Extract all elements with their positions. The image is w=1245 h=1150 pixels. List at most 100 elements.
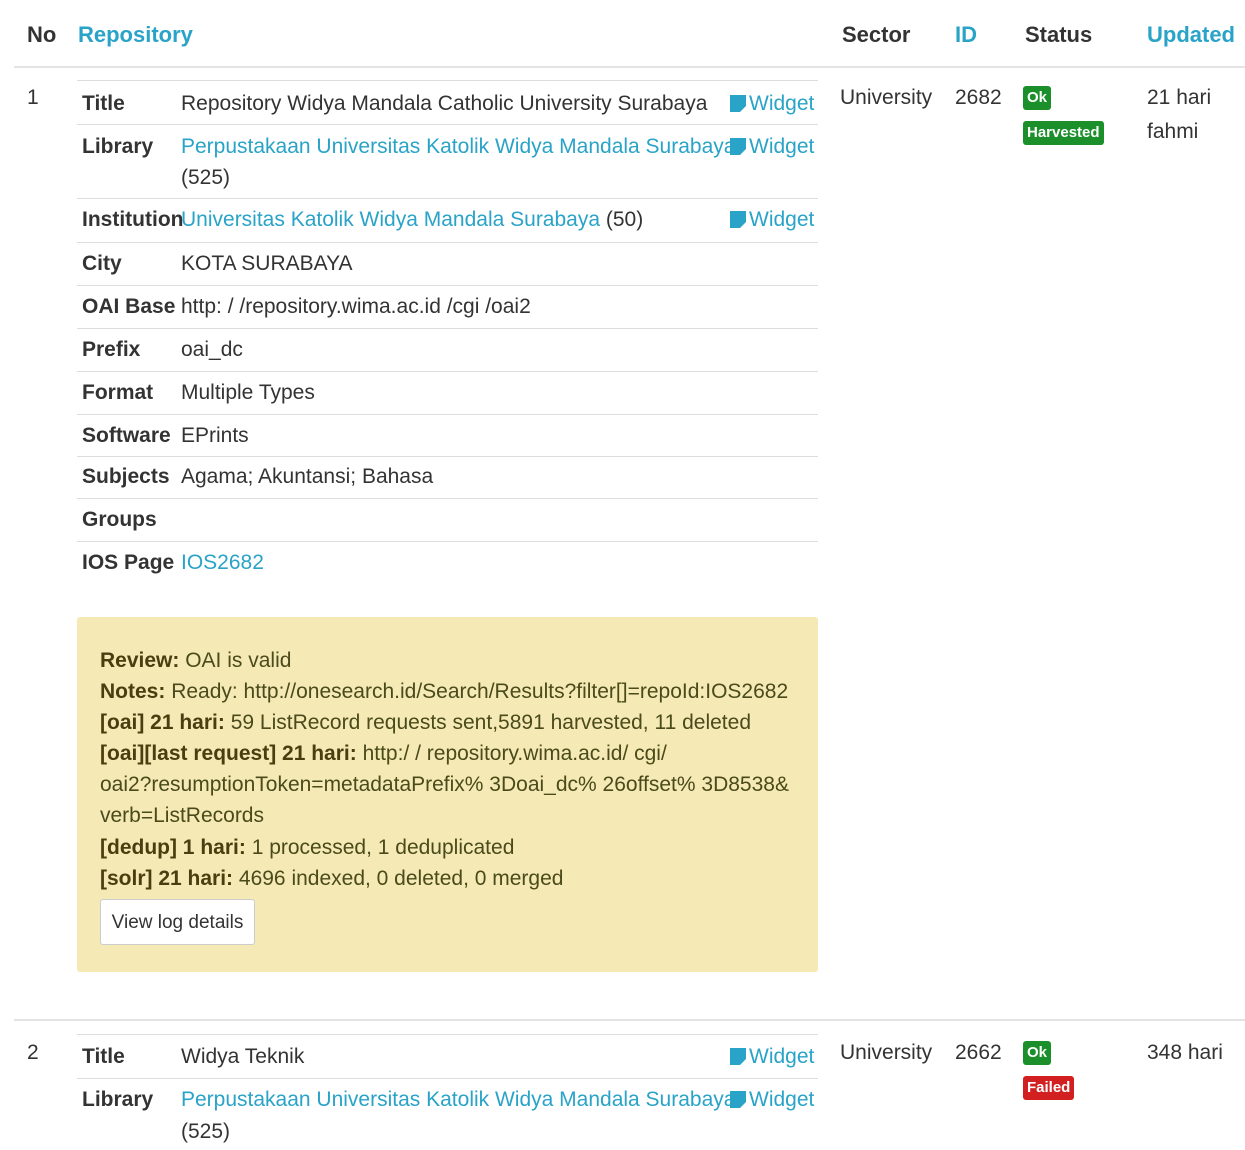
- field-label-software: Software: [82, 424, 171, 447]
- column-header-status: Status: [1025, 22, 1093, 47]
- solr-line: [solr] 21 hari: 4696 indexed, 0 deleted,…: [100, 867, 563, 891]
- field-value-subjects: Agama; Akuntansi; Bahasa: [181, 465, 434, 488]
- field-divider: [77, 285, 818, 286]
- widget-link-library[interactable]: Widget: [730, 1088, 814, 1112]
- notes-text: Ready: http://onesearch.id/Search/Result…: [171, 680, 789, 703]
- review-panel: Review: OAI is valid Notes: Ready: http:…: [77, 617, 818, 972]
- field-value-library-count: (525): [181, 1120, 231, 1143]
- notes-line: Notes: Ready: http://onesearch.id/Search…: [100, 680, 788, 704]
- widget-link-institution[interactable]: Widget: [730, 208, 814, 232]
- row-number: 1: [27, 86, 39, 109]
- widget-icon: [730, 95, 746, 112]
- field-value-oai-base: http: / /repository.wima.ac.id /cgi /oai…: [181, 295, 531, 318]
- last-request-verb-line: verb=ListRecords: [100, 804, 264, 827]
- field-value-title: Widya Teknik: [181, 1045, 305, 1068]
- widget-icon: [730, 1091, 746, 1108]
- field-value-library[interactable]: Perpustakaan Universitas Katolik Widya M…: [181, 1088, 735, 1112]
- field-divider: [77, 124, 818, 125]
- field-label-library: Library: [82, 1088, 154, 1111]
- field-value-institution[interactable]: Universitas Katolik Widya Mandala Suraba…: [181, 208, 600, 231]
- updated-value: 348 hari: [1147, 1041, 1223, 1064]
- widget-label: Widget: [749, 92, 815, 115]
- dedup-text: 1 processed, 1 deduplicated: [251, 836, 515, 859]
- sector-value: University: [840, 1041, 933, 1064]
- field-divider: [77, 414, 818, 415]
- header-divider: [14, 66, 1245, 68]
- field-value-library-count: (525): [181, 166, 231, 189]
- field-divider: [77, 80, 818, 81]
- widget-link-title[interactable]: Widget: [730, 1045, 814, 1069]
- field-label-title: Title: [82, 1045, 125, 1068]
- last-request-line: [oai][last request] 21 hari: http:/ / re…: [100, 742, 667, 766]
- field-value-format: Multiple Types: [181, 381, 315, 404]
- column-header-id[interactable]: ID: [955, 22, 977, 48]
- field-value-prefix: oai_dc: [181, 338, 243, 361]
- widget-label: Widget: [749, 135, 815, 158]
- oai-line: [oai] 21 hari: 59 ListRecord requests se…: [100, 711, 751, 735]
- column-header-updated[interactable]: Updated: [1147, 22, 1235, 48]
- field-label-ios-page: IOS Page: [82, 551, 175, 574]
- status-badge-ok: Ok: [1023, 1041, 1052, 1065]
- column-header-sector: Sector: [842, 22, 911, 47]
- solr-label: [solr] 21 hari:: [100, 867, 234, 890]
- widget-label: Widget: [749, 208, 815, 231]
- notes-label: Notes:: [100, 680, 166, 703]
- field-divider: [77, 1078, 818, 1079]
- last-request-label: [oai][last request] 21 hari:: [100, 742, 357, 765]
- widget-icon: [730, 138, 746, 155]
- field-value-title: Repository Widya Mandala Catholic Univer…: [181, 92, 708, 115]
- status-badge-harvested: Harvested: [1023, 121, 1104, 145]
- last-request-text: http:/ / repository.wima.ac.id/ cgi/: [362, 742, 667, 765]
- field-label-library: Library: [82, 135, 154, 158]
- field-label-institution: Institution: [82, 208, 184, 231]
- field-value-library[interactable]: Perpustakaan Universitas Katolik Widya M…: [181, 135, 735, 159]
- field-divider: [77, 328, 818, 329]
- last-request-url-line: oai2?resumptionToken=metadataPrefix% 3Do…: [100, 773, 789, 796]
- column-header-repository[interactable]: Repository: [78, 22, 193, 48]
- dedup-label: [dedup] 1 hari:: [100, 836, 246, 859]
- widget-label: Widget: [749, 1088, 815, 1111]
- row-number: 2: [27, 1041, 39, 1064]
- review-text: OAI is valid: [185, 649, 292, 672]
- field-divider: [77, 456, 818, 457]
- column-header-no: No: [27, 22, 57, 47]
- status-badge-ok: Ok: [1023, 86, 1052, 110]
- field-divider: [77, 1034, 818, 1035]
- field-divider: [77, 541, 818, 542]
- field-label-subjects: Subjects: [82, 465, 170, 488]
- oai-text: 59 ListRecord requests sent,5891 harvest…: [230, 711, 752, 734]
- field-divider: [77, 498, 818, 499]
- field-label-oai-base: OAI Base: [82, 295, 176, 318]
- field-divider: [77, 198, 818, 199]
- field-value-city: KOTA SURABAYA: [181, 252, 353, 275]
- review-label: Review:: [100, 649, 180, 672]
- id-value: 2662: [955, 1041, 1002, 1064]
- oai-label: [oai] 21 hari:: [100, 711, 225, 734]
- updated-value: 21 hari: [1147, 86, 1212, 109]
- field-value-software: EPrints: [181, 424, 249, 447]
- field-label-title: Title: [82, 92, 125, 115]
- field-divider: [77, 371, 818, 372]
- id-value: 2682: [955, 86, 1002, 109]
- row-divider: [14, 1019, 1245, 1021]
- view-log-details-button[interactable]: View log details: [100, 899, 255, 945]
- widget-link-library[interactable]: Widget: [730, 135, 814, 159]
- updated-by: fahmi: [1147, 120, 1199, 143]
- dedup-line: [dedup] 1 hari: 1 processed, 1 deduplica…: [100, 836, 514, 860]
- status-badge-failed: Failed: [1023, 1076, 1075, 1100]
- widget-icon: [730, 211, 746, 228]
- field-value-ios-page[interactable]: IOS2682: [181, 551, 264, 575]
- solr-text: 4696 indexed, 0 deleted, 0 merged: [238, 867, 564, 890]
- field-divider: [77, 242, 818, 243]
- widget-icon: [730, 1048, 746, 1065]
- field-value-institution-wrap: Universitas Katolik Widya Mandala Suraba…: [181, 208, 643, 232]
- field-label-groups: Groups: [82, 508, 157, 531]
- widget-link-title[interactable]: Widget: [730, 92, 814, 116]
- review-line: Review: OAI is valid: [100, 649, 291, 673]
- field-label-city: City: [82, 252, 122, 275]
- field-value-institution-count: (50): [605, 208, 644, 231]
- sector-value: University: [840, 86, 933, 109]
- field-label-prefix: Prefix: [82, 338, 141, 361]
- field-label-format: Format: [82, 381, 154, 404]
- widget-label: Widget: [749, 1045, 815, 1068]
